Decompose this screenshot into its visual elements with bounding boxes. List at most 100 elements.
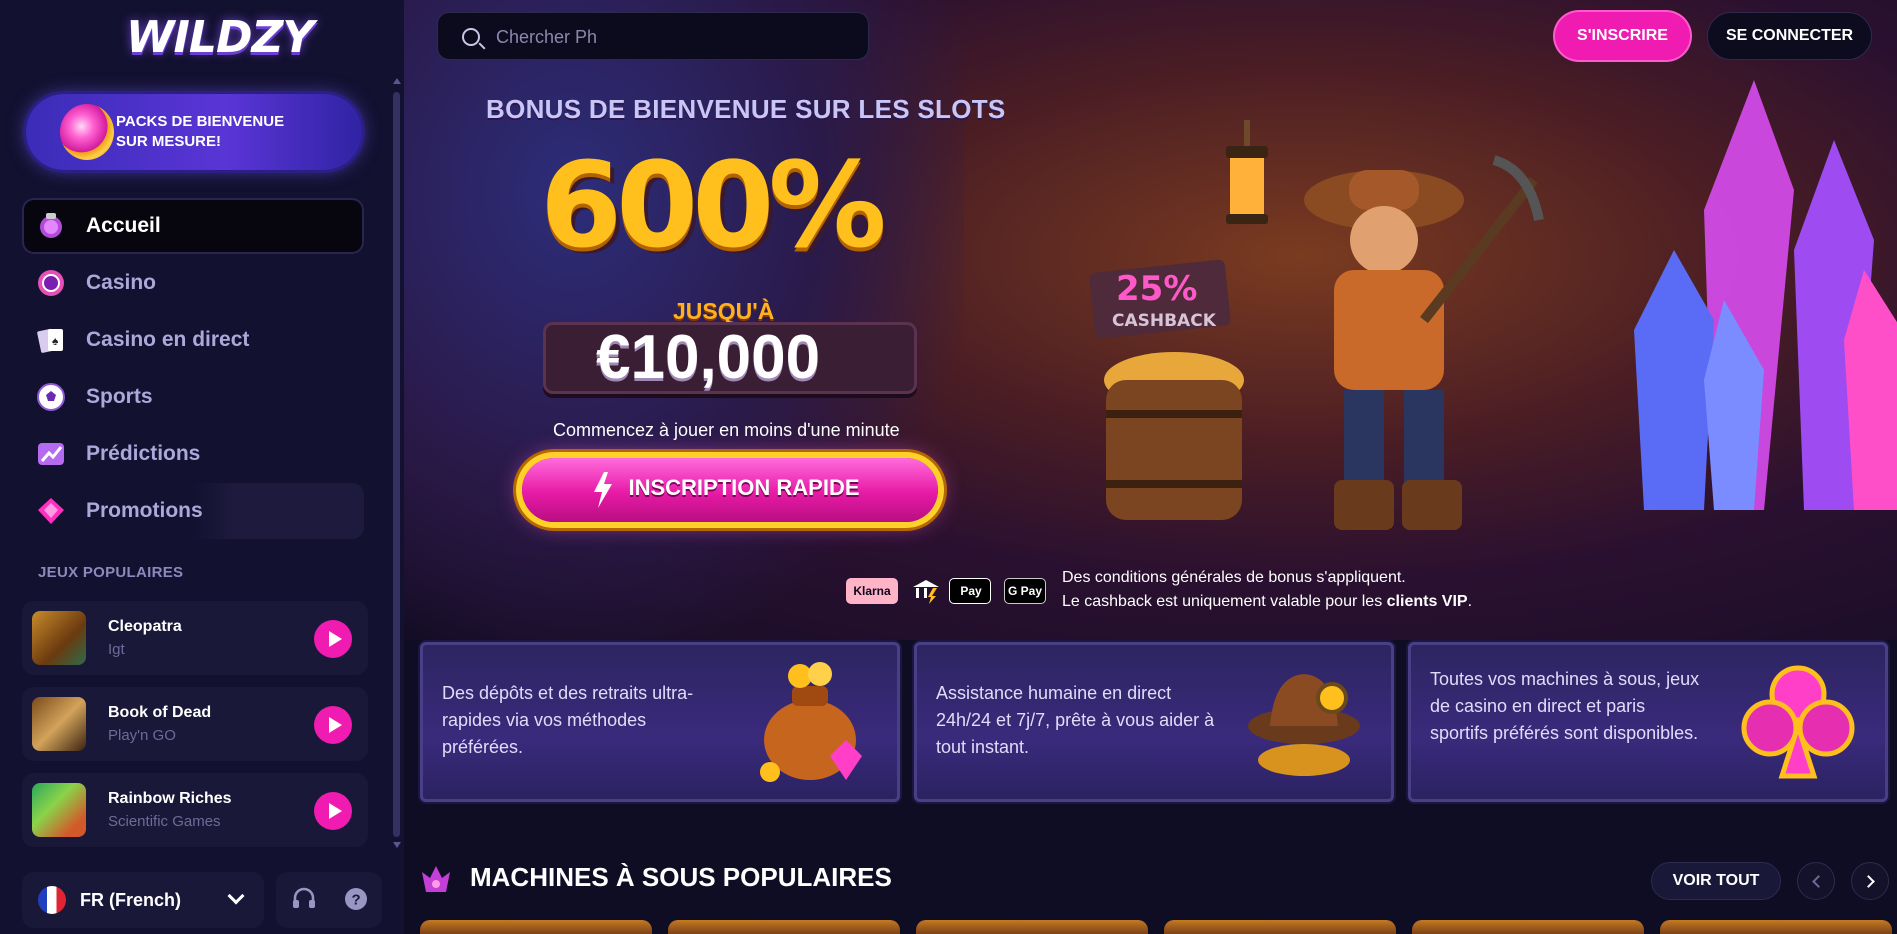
sidebar-item-label: Casino en direct bbox=[86, 328, 250, 351]
money-bag-icon bbox=[760, 662, 862, 782]
chevron-right-icon bbox=[1861, 874, 1875, 888]
sidebar-item-casino-en-direct[interactable]: ♠ Casino en direct bbox=[22, 312, 364, 368]
cashback-sign: 25% CASHBACK bbox=[1089, 259, 1231, 339]
svg-text:?: ? bbox=[352, 892, 361, 909]
casino-chip-icon bbox=[36, 268, 66, 298]
feature-text: Toutes vos machines à sous, jeux de casi… bbox=[1430, 669, 1700, 743]
scroll-up-arrow[interactable] bbox=[393, 78, 401, 84]
list-item[interactable]: Rainbow Riches Scientific Games bbox=[22, 773, 368, 847]
game-name: Cleopatra bbox=[108, 618, 182, 635]
sidebar-scrollbar[interactable] bbox=[393, 92, 400, 837]
apple-pay-label: Pay bbox=[960, 584, 982, 598]
search-bar[interactable] bbox=[437, 12, 869, 60]
welcome-pack-label: PACKS DE BIENVENUE SUR MESURE! bbox=[116, 113, 285, 150]
carousel-next-button[interactable] bbox=[1851, 862, 1889, 900]
scroll-down-arrow[interactable] bbox=[393, 842, 401, 848]
signup-button[interactable]: S'INSCRIRE bbox=[1555, 12, 1690, 60]
feature-text: Assistance humaine en direct 24h/24 et 7… bbox=[936, 683, 1215, 757]
upto-label: JUSQU'À bbox=[673, 298, 775, 324]
feature-text: Des dépôts et des retraits ultra-rapides… bbox=[442, 683, 694, 757]
bonus-terms: Des conditions générales de bonus s'appl… bbox=[1062, 566, 1472, 614]
feature-card-games: Toutes vos machines à sous, jeux de casi… bbox=[1408, 642, 1888, 802]
hero-banner: 25% CASHBACK BONUS DE BIENVENUE SUR LES … bbox=[404, 0, 1897, 640]
sidebar-item-sports[interactable]: Sports bbox=[22, 369, 364, 425]
feature-card-support: Assistance humaine en direct 24h/24 et 7… bbox=[914, 642, 1394, 802]
support-box: ? bbox=[276, 872, 382, 928]
slot-card[interactable] bbox=[668, 920, 900, 934]
klarna-logo: Klarna bbox=[846, 578, 898, 604]
club-suit-icon bbox=[1741, 665, 1855, 779]
gold-barrel-illustration bbox=[1104, 352, 1244, 520]
list-item[interactable]: Cleopatra Igt bbox=[22, 601, 368, 675]
game-provider: Scientific Games bbox=[108, 813, 221, 830]
hero-title: BONUS DE BIENVENUE SUR LES SLOTS bbox=[486, 94, 1006, 124]
play-button[interactable] bbox=[314, 792, 352, 830]
popular-games-title: JEUX POPULAIRES bbox=[38, 564, 184, 581]
slot-card[interactable] bbox=[916, 920, 1148, 934]
terms-line-2-end: . bbox=[1467, 593, 1473, 610]
slot-card[interactable] bbox=[420, 920, 652, 934]
terms-line-2-text: Le cashback est uniquement valable pour … bbox=[1062, 593, 1387, 610]
wildzy-logo[interactable]: WILDZY bbox=[126, 12, 314, 66]
game-name: Book of Dead bbox=[108, 704, 212, 721]
sidebar-item-label: Promotions bbox=[86, 499, 203, 522]
game-name: Rainbow Riches bbox=[108, 790, 232, 807]
chevron-down-icon bbox=[227, 887, 245, 905]
france-flag-icon bbox=[38, 886, 66, 914]
sidebar-item-predictions[interactable]: Prédictions bbox=[22, 426, 364, 482]
bank-transfer-icon bbox=[910, 578, 942, 604]
carousel-prev-button[interactable] bbox=[1797, 862, 1835, 900]
soccer-ball-icon bbox=[36, 382, 66, 412]
play-button[interactable] bbox=[314, 620, 352, 658]
google-pay-logo: G Pay bbox=[1004, 578, 1046, 604]
slot-card[interactable] bbox=[1660, 920, 1892, 934]
play-button[interactable] bbox=[314, 706, 352, 744]
terms-line-1: Des conditions générales de bonus s'appl… bbox=[1062, 569, 1406, 586]
slot-card[interactable] bbox=[1164, 920, 1396, 934]
cleopatra-thumbnail bbox=[32, 611, 86, 665]
list-item[interactable]: Book of Dead Play'n GO bbox=[22, 687, 368, 761]
slot-card[interactable] bbox=[1412, 920, 1644, 934]
feature-card-payments: Des dépôts et des retraits ultra-rapides… bbox=[420, 642, 900, 802]
sidebar: WILDZY PACKS DE BIENVENUE SUR MESURE! Ac… bbox=[0, 0, 404, 934]
language-label: FR (French) bbox=[80, 890, 181, 910]
headset-icon[interactable] bbox=[290, 886, 318, 914]
rainbow-riches-thumbnail bbox=[32, 783, 86, 837]
quick-signup-label: INSCRIPTION RAPIDE bbox=[628, 475, 860, 500]
vip-clients-label: clients VIP bbox=[1386, 593, 1468, 610]
chevron-left-icon bbox=[1811, 874, 1825, 888]
slots-crown-icon bbox=[422, 866, 450, 892]
logo-text: WILDZY bbox=[126, 12, 314, 63]
cards-icon: ♠ bbox=[36, 325, 66, 355]
search-input[interactable] bbox=[496, 24, 856, 50]
sidebar-item-promotions[interactable]: Promotions bbox=[22, 483, 364, 539]
sidebar-item-label: Accueil bbox=[86, 214, 161, 237]
crystals-illustration bbox=[1634, 80, 1897, 510]
bonus-amount: €10,000 bbox=[596, 323, 821, 392]
sidebar-item-label: Prédictions bbox=[86, 442, 201, 465]
sidebar-item-casino[interactable]: Casino bbox=[22, 255, 364, 311]
miner-illustration bbox=[1304, 155, 1544, 530]
help-icon[interactable]: ? bbox=[342, 886, 370, 914]
sidebar-item-label: Casino bbox=[86, 271, 157, 294]
book-of-dead-thumbnail bbox=[32, 697, 86, 751]
miner-hat-icon bbox=[1248, 674, 1360, 776]
sidebar-nav: Accueil Casino ♠ Casino en direct Sports… bbox=[22, 198, 364, 540]
sidebar-item-label: Sports bbox=[86, 385, 153, 408]
coin-icon bbox=[60, 104, 114, 160]
quick-signup-button[interactable]: INSCRIPTION RAPIDE bbox=[522, 458, 938, 522]
home-orb-icon bbox=[36, 211, 66, 241]
bonus-percent: 600% bbox=[540, 136, 887, 274]
language-selector[interactable]: FR (French) bbox=[22, 872, 264, 928]
popular-games-list: Cleopatra Igt Book of Dead Play'n GO Rai… bbox=[22, 601, 368, 859]
game-provider: Play'n GO bbox=[108, 727, 176, 744]
popular-slots-title: MACHINES À SOUS POPULAIRES bbox=[470, 862, 892, 892]
sidebar-item-accueil[interactable]: Accueil bbox=[22, 198, 364, 254]
chart-arrow-icon bbox=[36, 439, 66, 469]
login-button[interactable]: SE CONNECTER bbox=[1707, 12, 1872, 60]
view-all-button[interactable]: VOIR TOUT bbox=[1651, 862, 1781, 900]
hero-subtitle: Commencez à jouer en moins d'une minute bbox=[553, 420, 900, 440]
svg-text:CASHBACK: CASHBACK bbox=[1112, 311, 1217, 331]
game-provider: Igt bbox=[108, 641, 125, 658]
search-icon bbox=[462, 28, 480, 46]
